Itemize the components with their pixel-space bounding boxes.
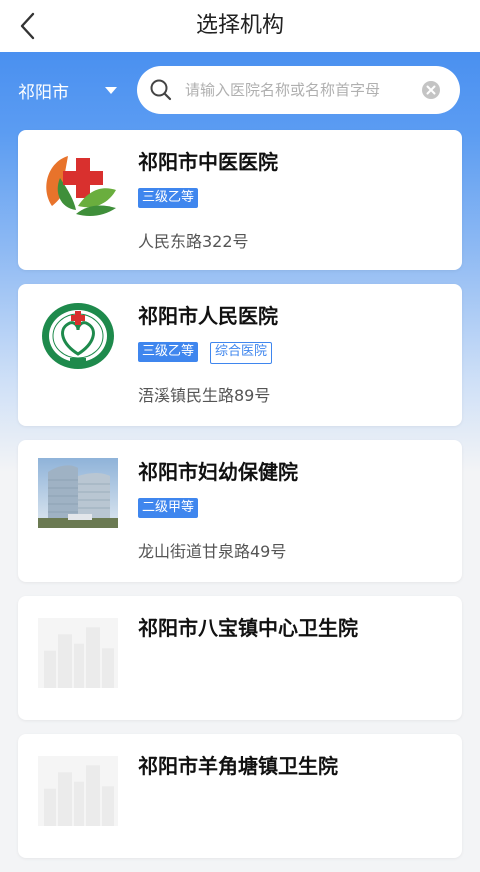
hospital-card[interactable]: 祁阳市中医医院 三级乙等 人民东路322号 bbox=[18, 130, 462, 270]
level-badge: 二级甲等 bbox=[138, 498, 199, 518]
hospital-tags: 三级乙等 综合医院 bbox=[138, 342, 273, 364]
hospital-tags: 三级乙等 bbox=[138, 188, 199, 208]
placeholder-image bbox=[38, 756, 118, 826]
peoples-hospital-logo bbox=[42, 303, 114, 369]
hospital-card[interactable]: 祁阳市羊角塘镇卫生院 bbox=[18, 734, 462, 858]
type-badge: 综合医院 bbox=[210, 342, 273, 364]
city-dropdown-label: 祁阳市 bbox=[18, 82, 69, 103]
hospital-address: 浯溪镇民生路89号 bbox=[138, 386, 271, 405]
city-dropdown[interactable]: 祁阳市 bbox=[18, 70, 117, 110]
tcm-hospital-logo bbox=[46, 156, 116, 216]
hospital-list: 祁阳市中医医院 三级乙等 人民东路322号 祁阳市人民医院 三级乙等 综合医院 … bbox=[18, 130, 462, 872]
top-bar: 选择机构 bbox=[0, 0, 480, 52]
hospital-name: 祁阳市羊角塘镇卫生院 bbox=[138, 754, 338, 778]
hospital-tags: 二级甲等 bbox=[138, 498, 199, 518]
clear-icon[interactable] bbox=[421, 80, 441, 100]
hospital-card[interactable]: 祁阳市人民医院 三级乙等 综合医院 浯溪镇民生路89号 bbox=[18, 284, 462, 426]
level-badge: 三级乙等 bbox=[138, 188, 199, 208]
search-input[interactable] bbox=[183, 80, 417, 100]
building-photo bbox=[38, 458, 118, 528]
search-icon bbox=[150, 79, 172, 101]
search-box bbox=[137, 66, 460, 114]
hospital-name: 祁阳市妇幼保健院 bbox=[138, 460, 298, 484]
caret-down-icon bbox=[105, 86, 117, 94]
hospital-name: 祁阳市中医医院 bbox=[138, 150, 278, 174]
level-badge: 三级乙等 bbox=[138, 342, 199, 362]
page-title: 选择机构 bbox=[195, 13, 284, 38]
hospital-address: 人民东路322号 bbox=[138, 232, 249, 251]
hospital-name: 祁阳市八宝镇中心卫生院 bbox=[138, 616, 358, 640]
hospital-card[interactable]: 祁阳市八宝镇中心卫生院 bbox=[18, 596, 462, 720]
placeholder-image bbox=[38, 618, 118, 688]
hospital-card[interactable]: 祁阳市妇幼保健院 二级甲等 龙山街道甘泉路49号 bbox=[18, 440, 462, 582]
hospital-name: 祁阳市人民医院 bbox=[138, 304, 278, 328]
hospital-address: 龙山街道甘泉路49号 bbox=[138, 542, 287, 561]
